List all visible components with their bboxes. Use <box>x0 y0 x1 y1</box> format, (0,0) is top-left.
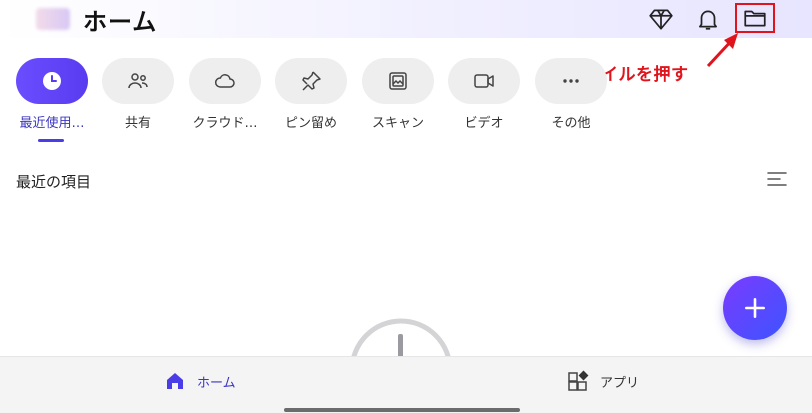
home-indicator-bar <box>284 408 520 412</box>
category-pinned[interactable]: ピン留め <box>274 58 348 131</box>
category-label: 共有 <box>124 116 151 131</box>
category-label: スキャン <box>371 116 424 131</box>
plus-icon <box>745 298 765 318</box>
cloud-icon <box>214 74 235 88</box>
category-label: ビデオ <box>464 116 504 131</box>
category-shared[interactable]: 共有 <box>101 58 175 131</box>
video-icon <box>474 74 494 88</box>
nav-label: アプリ <box>600 375 640 391</box>
bell-icon[interactable] <box>695 6 721 32</box>
bottom-navigation: ホーム アプリ <box>0 356 812 413</box>
category-label: クラウド… <box>192 116 258 131</box>
category-more[interactable]: その他 <box>534 58 608 131</box>
category-bar: 最近使用… 共有 クラウド… ピン留め スキャン ビデオ その他 <box>0 58 812 148</box>
nav-label: ホーム <box>197 375 236 391</box>
sort-icon[interactable] <box>766 170 788 188</box>
category-label: ピン留め <box>284 116 337 131</box>
category-label: 最近使用… <box>19 116 85 131</box>
app-logo <box>36 8 70 30</box>
page-title: ホーム <box>83 8 158 36</box>
add-button[interactable] <box>723 276 787 340</box>
category-recent[interactable]: 最近使用… <box>15 58 89 131</box>
more-icon <box>563 79 579 83</box>
category-label: その他 <box>551 116 591 131</box>
apps-icon <box>568 370 589 391</box>
active-tab-indicator <box>38 139 64 142</box>
category-video[interactable]: ビデオ <box>447 58 521 131</box>
category-scan[interactable]: スキャン <box>361 58 435 131</box>
pin-icon <box>302 71 321 91</box>
nav-home[interactable]: ホーム <box>163 367 236 395</box>
category-cloud[interactable]: クラウド… <box>188 58 262 131</box>
people-icon <box>128 73 148 89</box>
clock-icon <box>43 72 61 90</box>
scan-icon <box>389 72 407 90</box>
diamond-icon[interactable] <box>648 6 674 32</box>
nav-apps[interactable]: アプリ <box>566 367 639 395</box>
folder-highlight-box <box>735 3 775 33</box>
section-title: 最近の項目 <box>16 173 92 191</box>
home-icon <box>167 373 183 389</box>
header-bar: ホーム <box>0 0 812 38</box>
